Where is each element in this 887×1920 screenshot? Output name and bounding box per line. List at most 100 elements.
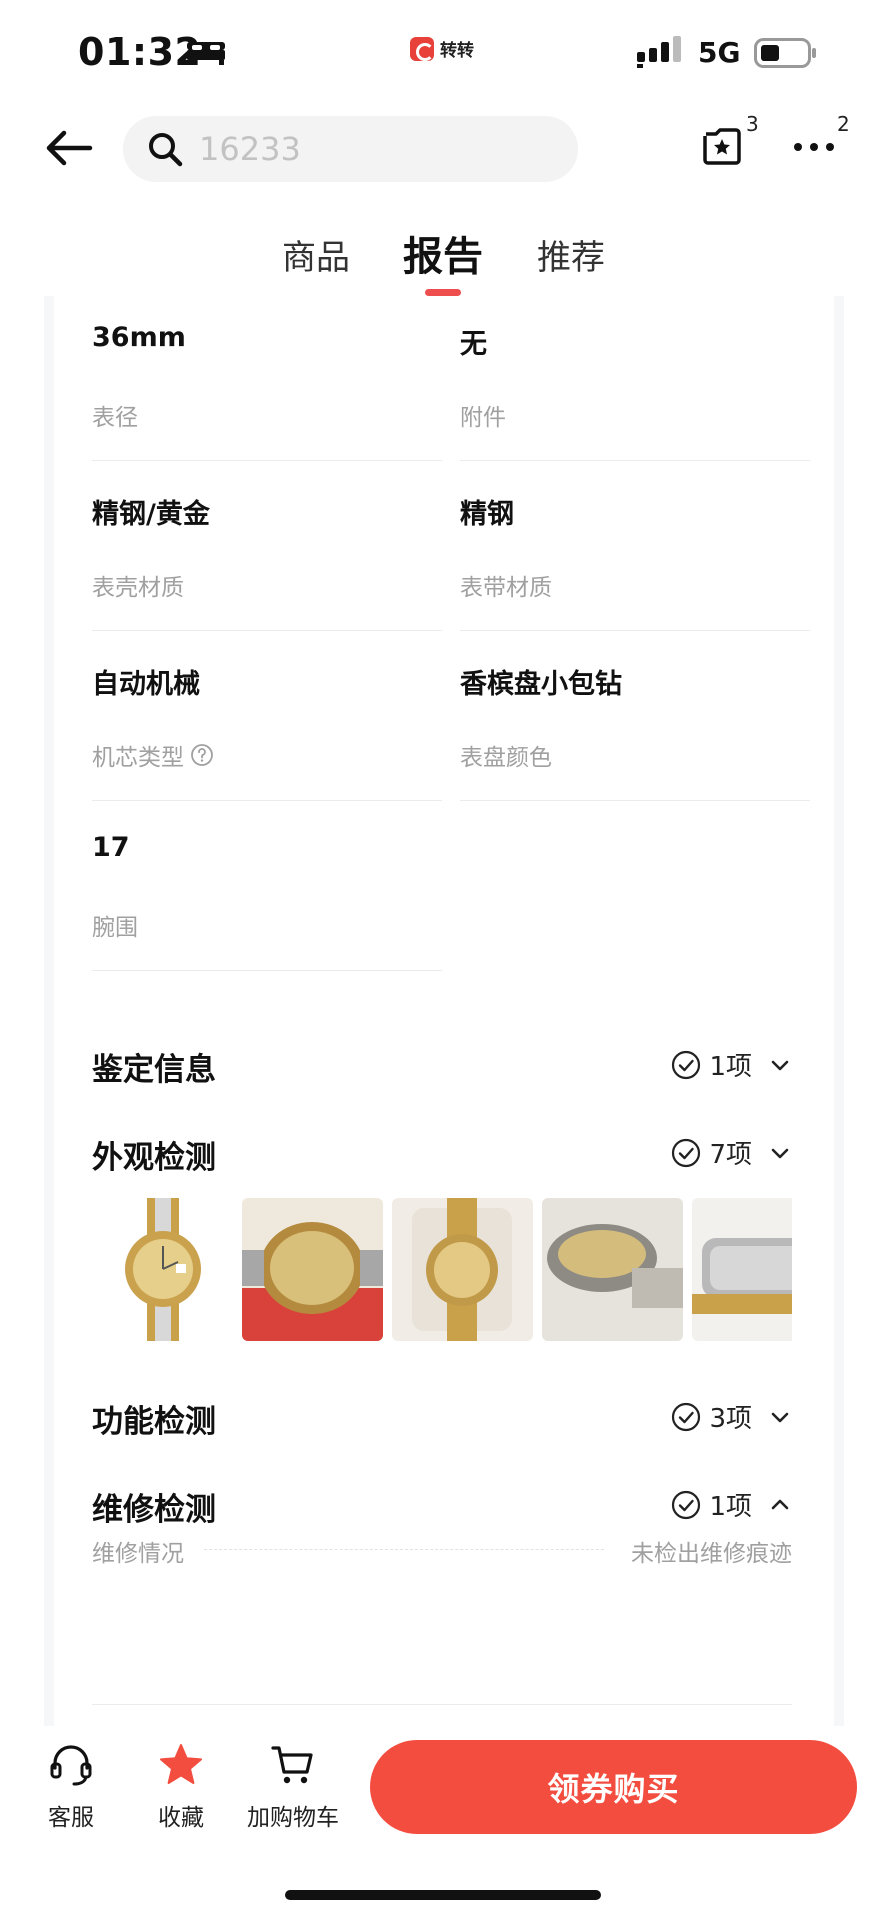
chevron-down-icon: [771, 1412, 789, 1422]
divider: [92, 800, 442, 801]
chevron-down-icon: [771, 1060, 789, 1070]
section-appearance[interactable]: 外观检测 7项: [92, 1126, 792, 1186]
divider: [92, 1704, 792, 1705]
chevron-down-icon: [771, 1148, 789, 1158]
customer-service-button[interactable]: 客服: [21, 1742, 121, 1832]
tab-recommend[interactable]: 推荐: [537, 230, 605, 279]
collect-label: 收藏: [158, 1805, 204, 1831]
watch-side-image: [542, 1198, 683, 1341]
spec-label: 腕围: [92, 908, 138, 942]
divider: [92, 460, 442, 461]
battery-icon: [754, 38, 816, 68]
spec-item: 精钢 表带材质: [460, 466, 810, 636]
spec-label-text: 表径: [92, 405, 138, 431]
report-card: 36mm 表径 无 附件 精钢/黄金 表壳材质 精钢 表带材质 自动机械 机芯类…: [44, 296, 844, 1726]
section-count: 1项: [709, 1052, 752, 1082]
divider: [92, 970, 442, 971]
home-indicator[interactable]: [285, 1890, 601, 1900]
watch-box-image: [392, 1198, 533, 1341]
favorites-badge: 3: [746, 112, 759, 136]
spec-item: 香槟盘小包钻 表盘颜色: [460, 636, 810, 806]
spec-label: 表壳材质: [92, 568, 184, 602]
spec-item: 精钢/黄金 表壳材质: [92, 466, 442, 636]
search-icon: [149, 133, 183, 167]
repair-detail-label: 维修情况: [92, 1541, 184, 1567]
divider: [460, 630, 810, 631]
spec-label: 表径: [92, 398, 138, 432]
divider: [460, 460, 810, 461]
spec-value: 无: [460, 329, 487, 360]
section-status: 1项: [671, 1486, 792, 1523]
section-status: 7项: [671, 1134, 792, 1171]
favorites-folder-icon[interactable]: [702, 126, 742, 166]
section-title: 鉴定信息: [92, 1052, 216, 1088]
section-function[interactable]: 功能检测 3项: [92, 1390, 792, 1450]
spec-label: 表带材质: [460, 568, 552, 602]
spec-label: 机芯类型: [92, 738, 214, 772]
watch-front-image: [92, 1198, 233, 1341]
watch-photo[interactable]: [242, 1198, 383, 1341]
brand-logo-icon: [410, 36, 434, 61]
active-tab-indicator: [425, 289, 461, 296]
divider: [92, 630, 442, 631]
section-count: 3项: [709, 1404, 752, 1434]
spec-item: 17 腕围: [92, 806, 442, 976]
add-to-cart-label: 加购物车: [247, 1805, 339, 1831]
check-circle-icon: [672, 1050, 701, 1079]
collect-button[interactable]: 收藏: [131, 1742, 231, 1832]
spec-label-text: 表盘颜色: [460, 745, 552, 771]
watch-photo[interactable]: [542, 1198, 683, 1341]
spec-label-text: 腕围: [92, 915, 138, 941]
watch-photo[interactable]: [392, 1198, 533, 1341]
section-status: 3项: [671, 1398, 792, 1435]
section-count: 1项: [709, 1492, 752, 1522]
more-menu-icon[interactable]: [793, 140, 835, 154]
search-input[interactable]: 16233: [123, 116, 578, 182]
customer-service-label: 客服: [48, 1805, 94, 1831]
appearance-photo-strip[interactable]: [92, 1198, 792, 1341]
spec-label: 附件: [460, 398, 506, 432]
spec-label-text: 表带材质: [460, 575, 552, 601]
spec-value: 36mm: [92, 322, 186, 353]
chevron-up-icon: [771, 1499, 789, 1509]
tab-bar: 商品 报告 推荐: [0, 220, 887, 300]
buy-with-coupon-button[interactable]: 领券购买: [370, 1740, 857, 1834]
spec-item: 36mm 表径: [92, 296, 442, 466]
section-count: 7项: [709, 1140, 752, 1170]
section-title: 功能检测: [92, 1404, 216, 1440]
more-badge: 2: [837, 112, 850, 136]
check-circle-icon: [672, 1138, 701, 1167]
bed-icon: [187, 42, 225, 65]
star-icon: [160, 1744, 202, 1784]
check-circle-icon: [672, 1402, 701, 1431]
spec-label-text: 附件: [460, 405, 506, 431]
signal-icon: [637, 36, 681, 68]
add-to-cart-button[interactable]: 加购物车: [243, 1742, 343, 1832]
spec-label: 表盘颜色: [460, 738, 552, 772]
section-repair[interactable]: 维修检测 1项: [92, 1478, 792, 1538]
status-brand-area: 转转: [410, 36, 474, 61]
status-bar: 01:32 转转 5G: [0, 0, 887, 100]
tab-product[interactable]: 商品: [282, 230, 350, 279]
search-placeholder: 16233: [199, 130, 301, 168]
dotted-leader: [204, 1549, 604, 1550]
spec-label-text: 机芯类型: [92, 745, 184, 771]
watch-photo[interactable]: [92, 1198, 233, 1341]
watch-photo[interactable]: [692, 1198, 792, 1341]
spec-item: 无 附件: [460, 296, 810, 466]
section-status: 1项: [671, 1046, 792, 1083]
tab-report[interactable]: 报告: [403, 224, 483, 282]
spec-item: 自动机械 机芯类型: [92, 636, 442, 806]
section-authentication[interactable]: 鉴定信息 1项: [92, 1038, 792, 1098]
help-icon[interactable]: [190, 743, 214, 767]
spec-value: 精钢: [460, 499, 514, 530]
back-arrow-icon[interactable]: [44, 128, 94, 168]
spec-label-text: 表壳材质: [92, 575, 184, 601]
spec-value: 自动机械: [92, 669, 200, 700]
network-label: 5G: [698, 36, 741, 69]
watch-clasp-image: [692, 1198, 792, 1341]
status-brand: 转转: [440, 41, 474, 61]
repair-detail-row: 维修情况 未检出维修痕迹: [92, 1534, 792, 1568]
section-title: 维修检测: [92, 1492, 216, 1528]
divider: [460, 800, 810, 801]
